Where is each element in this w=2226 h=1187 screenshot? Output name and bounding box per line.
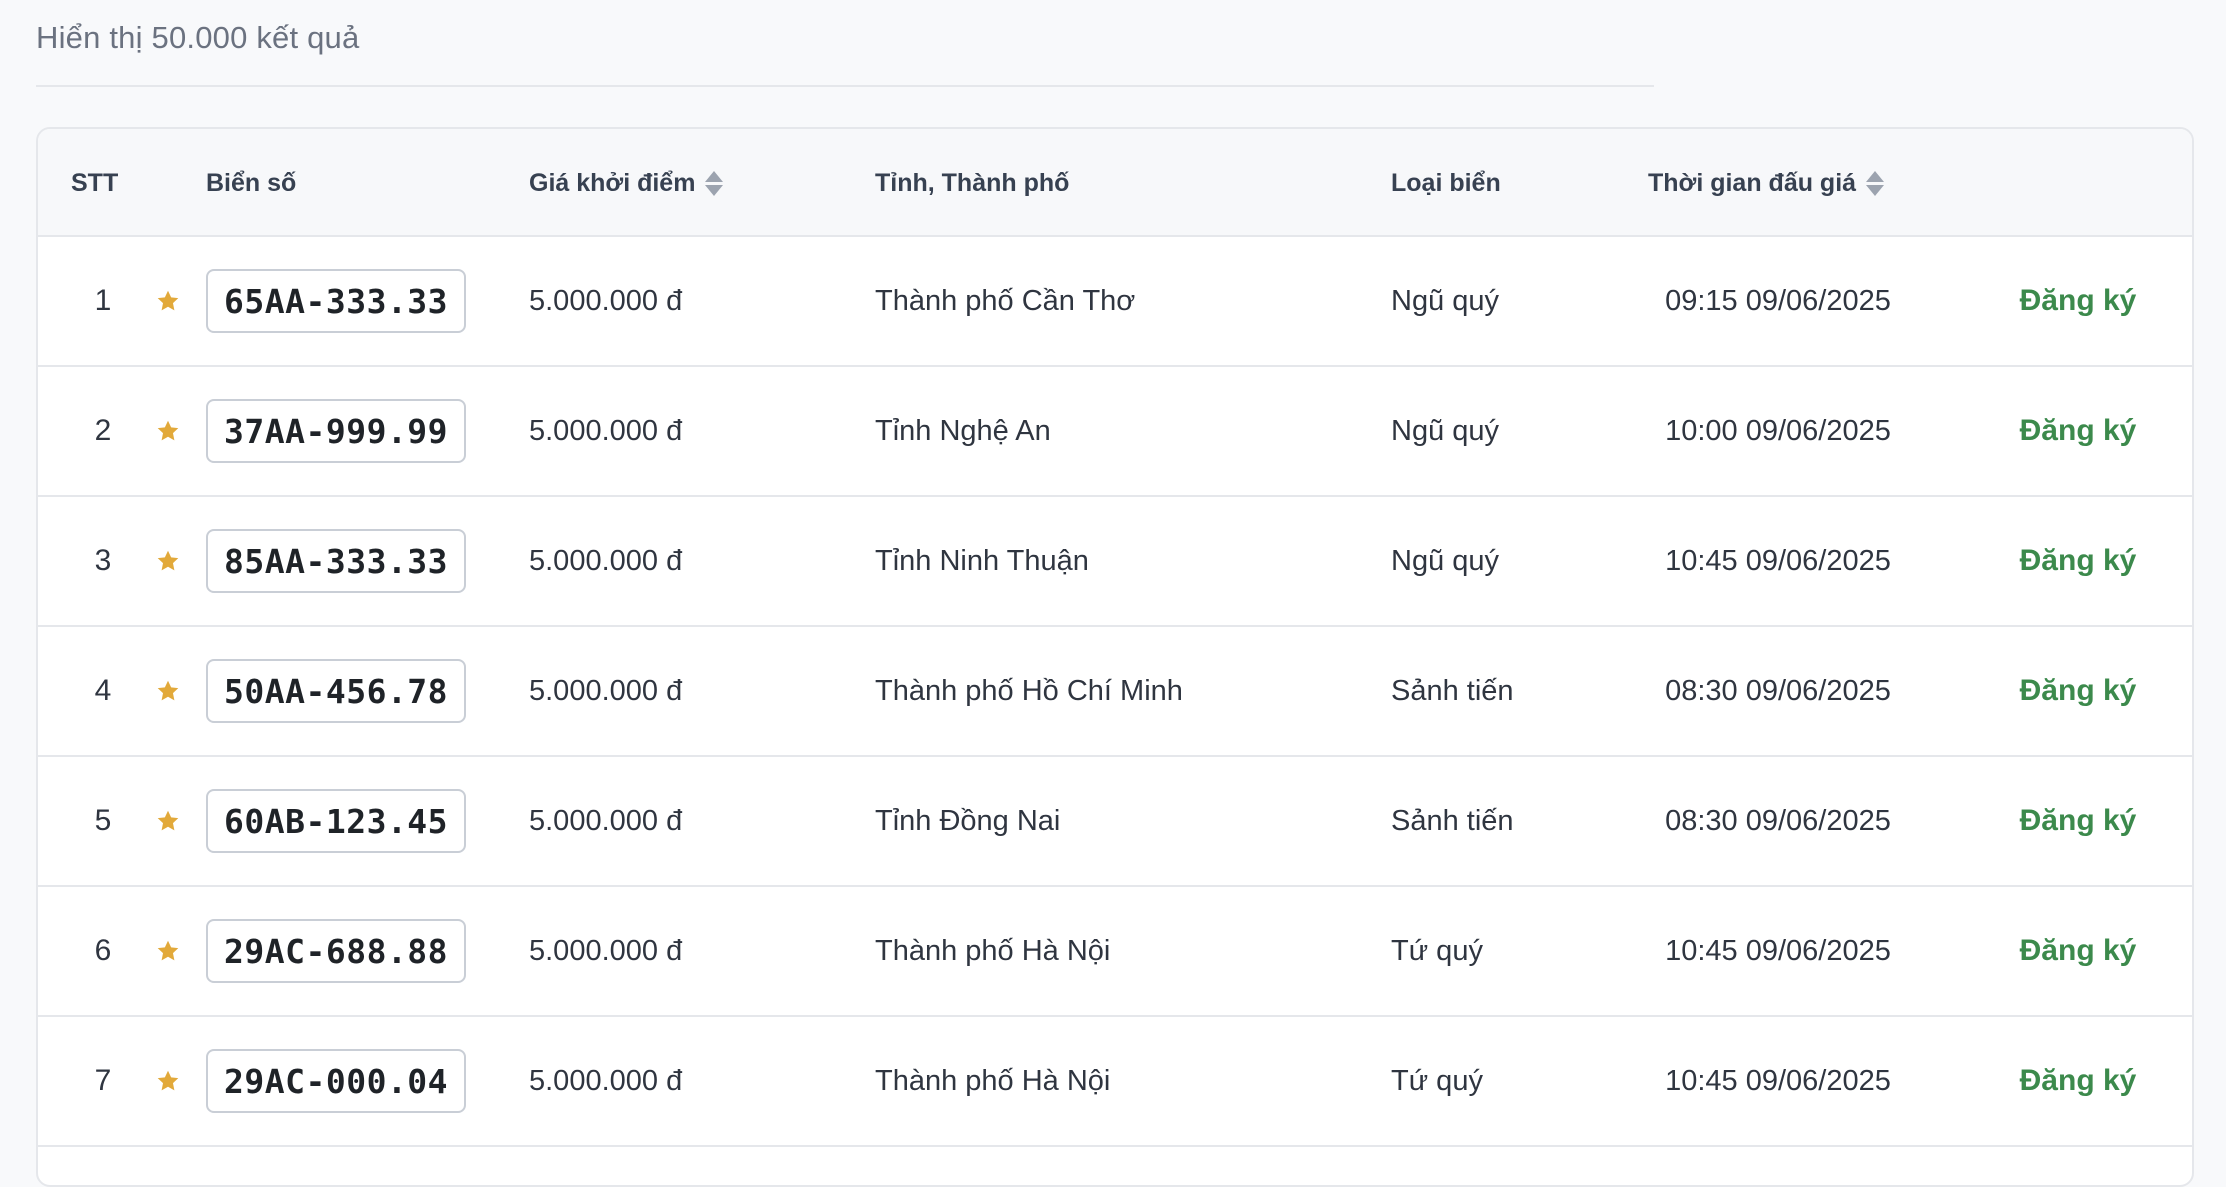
register-button[interactable]: Đăng ký [2020,934,2137,968]
license-plate[interactable]: 50AA-456.78 [206,659,467,723]
header-stt: STT [71,168,119,197]
divider [36,85,1654,87]
row-number: 6 [94,934,112,967]
plate-type: Ngũ quý [1391,544,1500,577]
header-time-sortable[interactable]: Thời gian đấu giá [1648,129,1885,237]
result-count: Hiển thị 50.000 kết quả [36,20,360,55]
auction-time: 08:30 09/06/2025 [1665,804,1891,837]
table-row: 1 65AA-333.33 5.000.000 đ Thành phố Cần … [38,237,2192,367]
row-number: 2 [94,414,112,447]
register-button[interactable]: Đăng ký [2020,544,2137,578]
header-plate: Biển số [206,168,297,197]
auction-time: 10:45 09/06/2025 [1665,544,1891,577]
row-number: 5 [94,804,112,837]
province: Tỉnh Nghệ An [875,414,1051,447]
sort-icon[interactable] [705,168,724,198]
table-row: 2 37AA-999.99 5.000.000 đ Tỉnh Nghệ An N… [38,367,2192,497]
register-button[interactable]: Đăng ký [2020,414,2137,448]
province: Tỉnh Ninh Thuận [875,544,1089,577]
plate-type: Tứ quý [1391,934,1483,967]
plate-type: Ngũ quý [1391,414,1500,447]
star-icon[interactable] [148,237,188,365]
license-plate[interactable]: 85AA-333.33 [206,529,467,593]
province: Thành phố Hà Nội [875,1064,1111,1097]
star-icon[interactable] [148,627,188,755]
license-plate[interactable]: 60AB-123.45 [206,789,467,853]
license-plate[interactable]: 37AA-999.99 [206,399,467,463]
starting-price: 5.000.000 đ [529,544,683,577]
license-plate[interactable]: 65AA-333.33 [206,269,467,333]
starting-price: 5.000.000 đ [529,1064,683,1097]
auction-time: 10:45 09/06/2025 [1665,934,1891,967]
plate-type: Tứ quý [1391,1064,1483,1097]
plate-type: Sảnh tiến [1391,804,1514,837]
table-row: 3 85AA-333.33 5.000.000 đ Tỉnh Ninh Thuậ… [38,497,2192,627]
license-plate[interactable]: 29AC-688.88 [206,919,467,983]
header-price-sortable[interactable]: Giá khởi điểm [529,129,724,237]
starting-price: 5.000.000 đ [529,674,683,707]
province: Tỉnh Đồng Nai [875,804,1061,837]
star-icon[interactable] [148,757,188,885]
starting-price: 5.000.000 đ [529,804,683,837]
table-header: STT Biển số Giá khởi điểm Tỉnh, Thành ph… [38,129,2192,237]
plates-table: STT Biển số Giá khởi điểm Tỉnh, Thành ph… [36,127,2194,1187]
plate-type: Ngũ quý [1391,284,1500,317]
star-icon[interactable] [148,367,188,495]
license-plate[interactable]: 29AC-000.04 [206,1049,467,1113]
auction-time: 08:30 09/06/2025 [1665,674,1891,707]
star-icon[interactable] [148,497,188,625]
starting-price: 5.000.000 đ [529,284,683,317]
province: Thành phố Cần Thơ [875,284,1136,317]
province: Thành phố Hà Nội [875,934,1111,967]
plate-type: Sảnh tiến [1391,674,1514,707]
header-time-label: Thời gian đấu giá [1648,168,1857,197]
table-row: 4 50AA-456.78 5.000.000 đ Thành phố Hồ C… [38,627,2192,757]
starting-price: 5.000.000 đ [529,934,683,967]
sort-icon[interactable] [1866,168,1885,198]
star-icon[interactable] [148,887,188,1015]
star-icon[interactable] [148,1017,188,1145]
auction-time: 10:45 09/06/2025 [1665,1064,1891,1097]
auction-time: 10:00 09/06/2025 [1665,414,1891,447]
header-type: Loại biển [1391,168,1501,197]
row-number: 1 [94,284,112,317]
row-number: 3 [94,544,112,577]
auction-time: 09:15 09/06/2025 [1665,284,1891,317]
register-button[interactable]: Đăng ký [2020,674,2137,708]
province: Thành phố Hồ Chí Minh [875,674,1183,707]
register-button[interactable]: Đăng ký [2020,804,2137,838]
table-row: 6 29AC-688.88 5.000.000 đ Thành phố Hà N… [38,887,2192,1017]
starting-price: 5.000.000 đ [529,414,683,447]
table-row: 7 29AC-000.04 5.000.000 đ Thành phố Hà N… [38,1017,2192,1147]
row-number: 7 [94,1064,112,1097]
header-province: Tỉnh, Thành phố [875,168,1070,197]
header-price-label: Giá khởi điểm [529,168,696,197]
table-body: 1 65AA-333.33 5.000.000 đ Thành phố Cần … [38,237,2192,1147]
table-row: 5 60AB-123.45 5.000.000 đ Tỉnh Đồng Nai … [38,757,2192,887]
row-number: 4 [94,674,112,707]
register-button[interactable]: Đăng ký [2020,1064,2137,1098]
register-button[interactable]: Đăng ký [2020,284,2137,318]
